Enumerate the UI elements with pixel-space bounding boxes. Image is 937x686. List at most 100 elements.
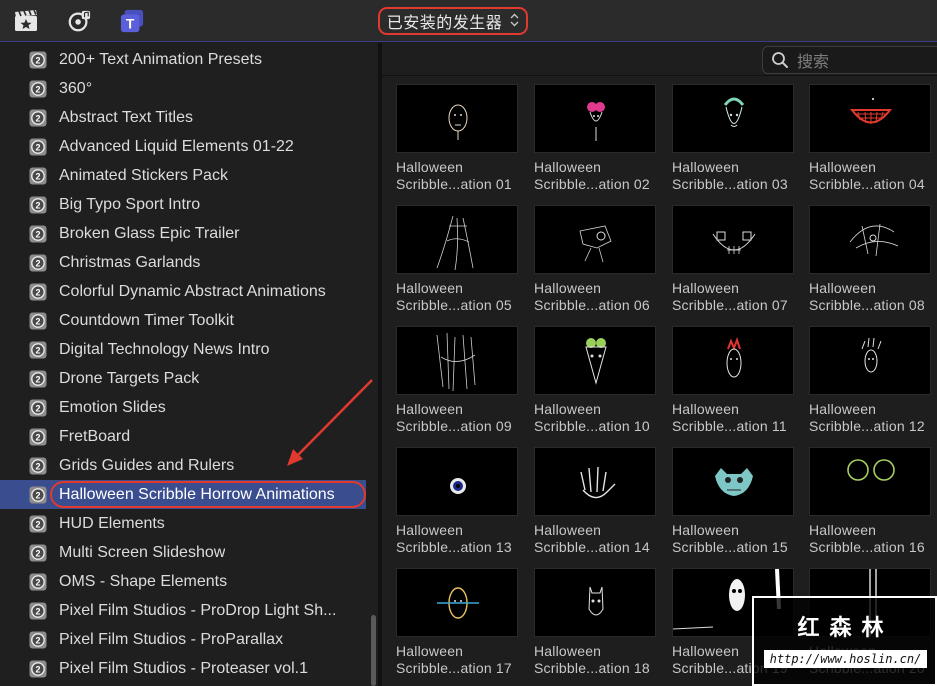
titles-icon[interactable]: T	[120, 9, 144, 33]
svg-text:2: 2	[35, 548, 40, 558]
motion-project-icon: 2	[29, 486, 47, 504]
generator-tile[interactable]: Halloween Scribble...ation 05	[396, 205, 518, 317]
generator-tile[interactable]: Halloween Scribble...ation 13	[396, 447, 518, 559]
generator-thumbnail[interactable]	[534, 84, 656, 153]
generator-thumbnail[interactable]	[809, 326, 931, 395]
generator-thumbnail[interactable]	[809, 205, 931, 274]
generator-tile[interactable]: Halloween Scribble...ation 10	[534, 326, 656, 438]
generator-name-line2: Scribble...ation 15	[672, 539, 788, 555]
svg-text:2: 2	[35, 84, 40, 94]
sidebar-item[interactable]: 2 360°	[0, 74, 366, 103]
generator-thumbnail[interactable]	[396, 84, 518, 153]
generator-name-line2: Scribble...ation 02	[534, 176, 650, 192]
sidebar-item[interactable]: 2 FretBoard	[0, 422, 366, 451]
sidebar-item[interactable]: 2 HUD Elements	[0, 509, 366, 538]
generator-name-line2: Scribble...ation 10	[534, 418, 650, 434]
photos-music-icon[interactable]	[67, 9, 91, 33]
sidebar-item-label: Pixel Film Studios - ProParallax	[59, 630, 284, 648]
sidebar-item[interactable]: 2 Countdown Timer Toolkit	[0, 306, 366, 335]
generator-tile[interactable]: Halloween Scribble...ation 16	[809, 447, 931, 559]
svg-text:2: 2	[35, 113, 40, 123]
generator-tile[interactable]: Halloween Scribble...ation 11	[672, 326, 794, 438]
sidebar-item[interactable]: 2 Pixel Film Studios - Proteaser vol.1	[0, 654, 366, 683]
generator-tile[interactable]: Halloween Scribble...ation 04	[809, 84, 931, 196]
sidebar-item[interactable]: 2 Pixel Film Studios - ProParallax	[0, 625, 366, 654]
sidebar-item-label: Animated Stickers Pack	[59, 166, 228, 184]
generator-thumbnail[interactable]	[396, 447, 518, 516]
sidebar-item[interactable]: 2 Animated Stickers Pack	[0, 161, 366, 190]
sidebar-item[interactable]: 2 OMS - Shape Elements	[0, 567, 366, 596]
motion-project-icon: 2	[29, 51, 47, 69]
motion-project-icon: 2	[29, 225, 47, 243]
sidebar-item[interactable]: 2 Broken Glass Epic Trailer	[0, 219, 366, 248]
sidebar-item-label: OMS - Shape Elements	[59, 572, 228, 590]
sidebar-item-label: Digital Technology News Intro	[59, 340, 270, 358]
sidebar-item-label: Drone Targets Pack	[59, 369, 200, 387]
generator-thumbnail[interactable]	[534, 205, 656, 274]
search-field[interactable]: 搜索	[762, 46, 937, 74]
generator-name-line2: Scribble...ation 01	[396, 176, 512, 192]
generator-tile[interactable]: Halloween Scribble...ation 02	[534, 84, 656, 196]
generator-thumbnail[interactable]	[672, 205, 794, 274]
library-category-label: 已安装的发生器	[386, 15, 503, 32]
sidebar-item[interactable]: 2 200+ Text Animation Presets	[0, 45, 366, 74]
sidebar-item[interactable]: 2 Abstract Text Titles	[0, 103, 366, 132]
generator-thumbnail[interactable]	[534, 447, 656, 516]
svg-text:2: 2	[35, 258, 40, 268]
sidebar-item-label: Colorful Dynamic Abstract Animations	[59, 282, 326, 300]
motion-project-icon: 2	[29, 399, 47, 417]
sidebar-item[interactable]: 2 Colorful Dynamic Abstract Animations	[0, 277, 366, 306]
generator-thumbnail[interactable]	[396, 205, 518, 274]
motion-project-icon: 2	[29, 80, 47, 98]
sidebar-item[interactable]: 2 Christmas Garlands	[0, 248, 366, 277]
sidebar-scroll-thumb[interactable]	[371, 615, 376, 686]
svg-text:2: 2	[35, 287, 40, 297]
generator-name-line1: Halloween	[396, 522, 464, 538]
generator-thumbnail[interactable]	[396, 326, 518, 395]
sidebar-item-label: Emotion Slides	[59, 398, 166, 416]
generator-tile[interactable]: Halloween Scribble...ation 18	[534, 568, 656, 680]
sidebar-item[interactable]: 2 Advanced Liquid Elements 01-22	[0, 132, 366, 161]
generator-name-line2: Scribble...ation 12	[809, 418, 925, 434]
svg-text:2: 2	[35, 490, 40, 500]
generator-tile[interactable]: Halloween Scribble...ation 03	[672, 84, 794, 196]
generator-thumbnail[interactable]	[809, 84, 931, 153]
search-icon	[771, 51, 789, 69]
generator-thumbnail[interactable]	[672, 84, 794, 153]
clapper-star-icon[interactable]	[14, 9, 38, 33]
generator-thumbnail[interactable]	[672, 447, 794, 516]
generator-thumbnail[interactable]	[809, 447, 931, 516]
sidebar-item[interactable]: 2 Multi Screen Slideshow	[0, 538, 366, 567]
generator-tile[interactable]: Halloween Scribble...ation 12	[809, 326, 931, 438]
generator-tile[interactable]: Halloween Scribble...ation 01	[396, 84, 518, 196]
generator-tile[interactable]: Halloween Scribble...ation 06	[534, 205, 656, 317]
generator-name-line2: Scribble...ation 08	[809, 297, 925, 313]
search-divider	[382, 75, 937, 76]
generator-tile[interactable]: Halloween Scribble...ation 07	[672, 205, 794, 317]
sidebar-item[interactable]: 2 Pixel Film Studios - ProDrop Light Sh..…	[0, 596, 366, 625]
svg-text:2: 2	[35, 171, 40, 181]
generator-thumbnail[interactable]	[396, 568, 518, 637]
generator-tile[interactable]: Halloween Scribble...ation 17	[396, 568, 518, 680]
motion-project-icon: 2	[29, 283, 47, 301]
generator-tile[interactable]: Halloween Scribble...ation 14	[534, 447, 656, 559]
generator-tile[interactable]: Halloween Scribble...ation 09	[396, 326, 518, 438]
watermark-url: http://www.hoslin.cn/	[764, 650, 927, 668]
sidebar-item[interactable]: 2 Big Typo Sport Intro	[0, 190, 366, 219]
generator-thumbnail[interactable]	[672, 326, 794, 395]
generator-thumbnail[interactable]	[534, 568, 656, 637]
generator-thumbnail[interactable]	[534, 326, 656, 395]
sidebar-item[interactable]: 2 Digital Technology News Intro	[0, 335, 366, 364]
sidebar-item[interactable]: 2 Drone Targets Pack	[0, 364, 366, 393]
sidebar-item[interactable]: 2 Grids Guides and Rulers	[0, 451, 366, 480]
sidebar-item[interactable]: 2 Emotion Slides	[0, 393, 366, 422]
svg-text:2: 2	[35, 519, 40, 529]
sidebar-scrollbar[interactable]	[368, 43, 378, 686]
sidebar-item[interactable]: 2 Halloween Scribble Horrow Animations	[0, 480, 366, 509]
sidebar-item-label: Multi Screen Slideshow	[59, 543, 226, 561]
generator-tile[interactable]: Halloween Scribble...ation 15	[672, 447, 794, 559]
library-category-select[interactable]: 已安装的发生器	[378, 7, 528, 35]
motion-project-icon: 2	[29, 515, 47, 533]
generator-tile[interactable]: Halloween Scribble...ation 08	[809, 205, 931, 317]
generator-name-line2: Scribble...ation 09	[396, 418, 512, 434]
